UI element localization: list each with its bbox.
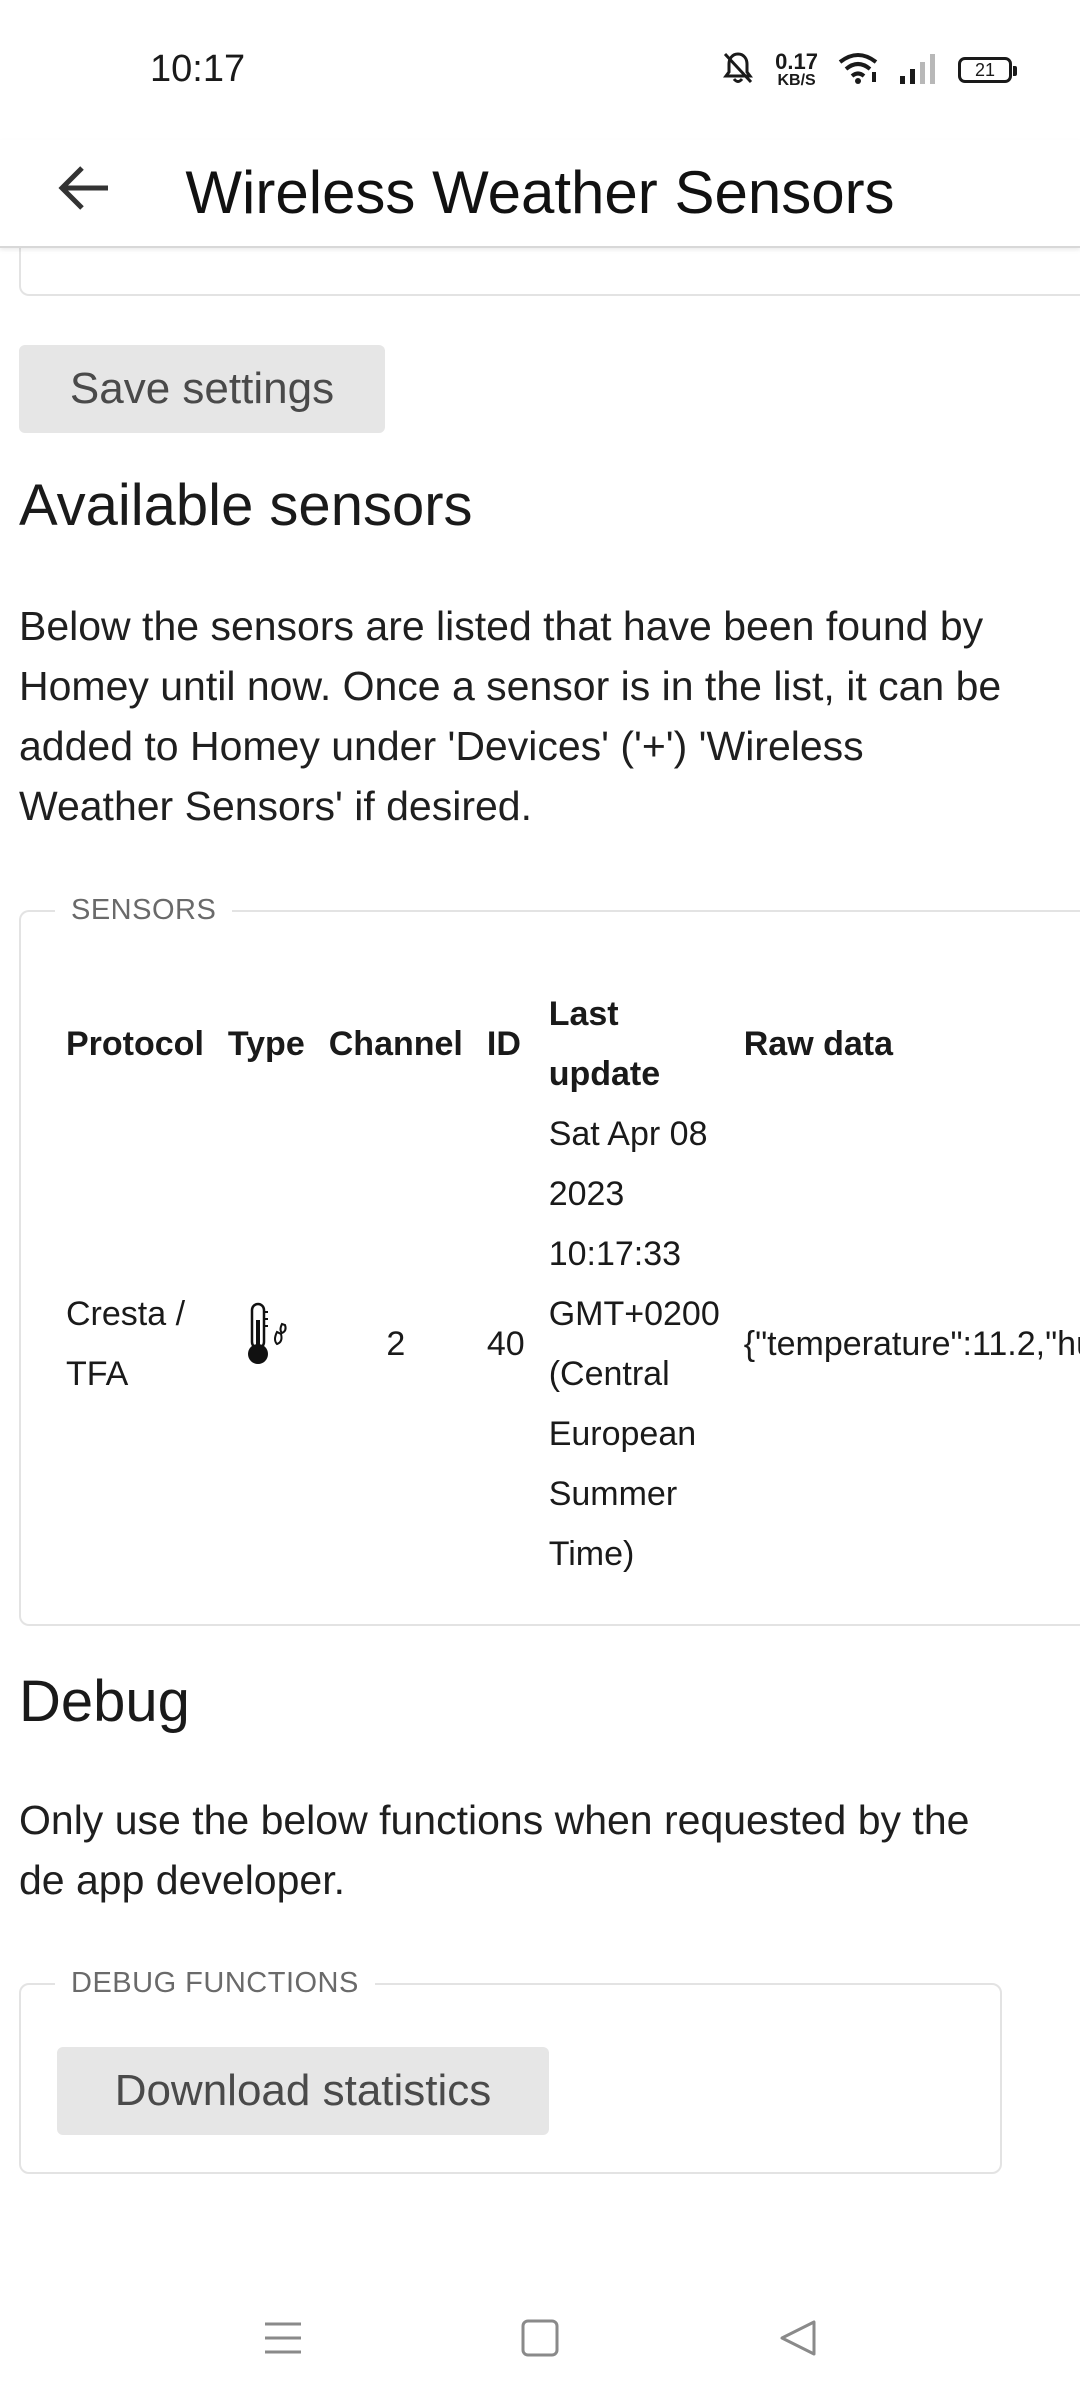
- battery-icon: 21: [958, 57, 1017, 83]
- sensors-fieldset: SENSORS Protocol Type Channel ID Last up…: [19, 894, 1080, 1626]
- nav-menu-button[interactable]: [243, 2300, 323, 2380]
- sensor-raw-data: {"temperature":11.2,"humi: [743, 1325, 1080, 1363]
- sensor-channel: 2: [386, 1325, 406, 1363]
- debug-heading: Debug: [19, 1669, 190, 1734]
- network-speed: 0.17 KB/S: [775, 51, 818, 89]
- column-header-channel: Channel: [328, 1025, 463, 1063]
- nav-back-button[interactable]: [758, 2300, 838, 2380]
- column-header-id: ID: [486, 1025, 521, 1063]
- download-statistics-button[interactable]: Download statistics: [57, 2047, 549, 2135]
- status-icons: 0.17 KB/S 21: [721, 48, 1017, 92]
- debug-functions-legend: DEBUG FUNCTIONS: [55, 1967, 375, 2000]
- triangle-back-icon: [778, 2318, 818, 2363]
- bell-muted-icon: [721, 50, 755, 91]
- sensor-protocol: Cresta / TFA: [66, 1295, 186, 1393]
- sensor-last-update: Sat Apr 08 2023 10:17:33 GMT+0200 (Centr…: [548, 1115, 720, 1573]
- available-sensors-heading: Available sensors: [19, 473, 473, 538]
- sensors-legend: SENSORS: [55, 894, 233, 927]
- navigation-bar: [0, 2270, 1080, 2400]
- table-header-row: Protocol Type Channel ID Last update Raw…: [54, 984, 1080, 1104]
- status-bar: 10:17 0.17 KB/S 21: [0, 0, 1080, 140]
- settings-fieldset-edge: [19, 240, 1080, 296]
- app-header: Wireless Weather Sensors: [0, 140, 1080, 248]
- column-header-last-update: Last update: [548, 995, 661, 1093]
- signal-icon: [898, 52, 938, 89]
- column-header-type: Type: [227, 1025, 305, 1063]
- network-speed-unit: KB/S: [777, 72, 816, 89]
- column-header-protocol: Protocol: [66, 1025, 204, 1063]
- debug-description: Only use the below functions when reques…: [19, 1797, 970, 1903]
- save-settings-button[interactable]: Save settings: [19, 345, 385, 433]
- page-title: Wireless Weather Sensors: [185, 159, 895, 226]
- app-screen: 10:17 0.17 KB/S 21 Wireless Weather Sens…: [0, 0, 1080, 2400]
- column-header-raw-data: Raw data: [743, 1025, 893, 1063]
- sensors-table: Protocol Type Channel ID Last update Raw…: [54, 984, 1080, 1584]
- network-speed-value: 0.17: [775, 49, 818, 74]
- menu-icon: [263, 2320, 303, 2361]
- available-sensors-description: Below the sensors are listed that have b…: [19, 603, 1002, 829]
- sensor-id: 40: [486, 1325, 525, 1363]
- table-row[interactable]: Cresta / TFA 2 40 Sat Apr 08 2023 10:17:…: [54, 1104, 1080, 1584]
- square-home-icon: [520, 2318, 560, 2363]
- thermometer-hygrometer-icon: [243, 1302, 289, 1376]
- nav-home-button[interactable]: [500, 2300, 580, 2380]
- wifi-icon: [838, 52, 878, 89]
- sensor-type: [216, 1104, 317, 1584]
- debug-functions-fieldset: DEBUG FUNCTIONS Download statistics: [19, 1967, 1002, 2174]
- status-time: 10:17: [150, 48, 246, 90]
